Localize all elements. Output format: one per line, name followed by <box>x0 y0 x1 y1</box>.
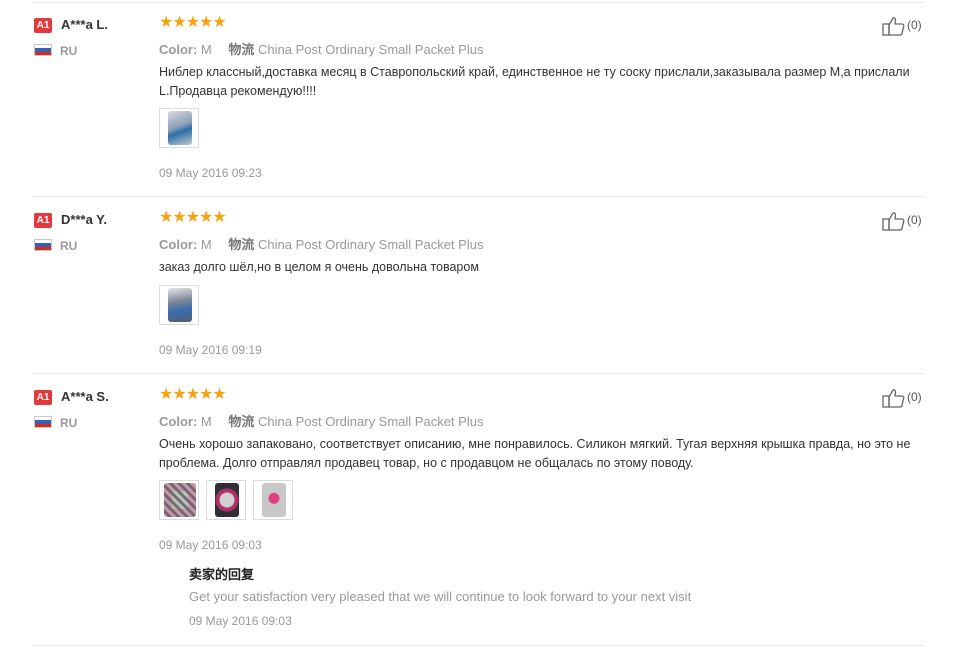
helpful-count: (0) <box>907 390 922 404</box>
helpful-button[interactable]: (0) <box>882 388 926 408</box>
review-photo-thumbnail[interactable] <box>206 480 246 520</box>
photo-image <box>168 111 192 145</box>
buyer-level-badge: A1 <box>34 213 52 228</box>
color-value: M <box>200 237 212 252</box>
star-rating: ★★★★★ <box>159 386 227 403</box>
russia-flag-icon <box>34 44 52 56</box>
thumbs-up-icon <box>882 389 905 408</box>
reviewer-name: D***a Y. <box>61 212 108 227</box>
reviewer-name: A***a L. <box>61 17 108 32</box>
logistics-label: 物流 <box>228 42 255 57</box>
star-rating: ★★★★★ <box>159 209 227 226</box>
reviewer-country: RU <box>60 239 78 253</box>
russia-flag-icon <box>34 416 52 428</box>
review-photo-thumbnail[interactable] <box>159 480 199 520</box>
photo-image <box>215 483 239 517</box>
order-info: Color: M 物流 China Post Ordinary Small Pa… <box>159 411 483 430</box>
color-value: M <box>200 42 212 57</box>
color-label: Color: <box>159 42 198 57</box>
review-text: заказ долго шёл,но в целом я очень довол… <box>159 260 479 274</box>
photo-image <box>168 288 192 322</box>
reviewer-country: RU <box>60 416 78 430</box>
color-label: Color: <box>159 237 198 252</box>
photo-image <box>262 483 286 517</box>
logistics-label: 物流 <box>228 237 255 252</box>
logistics-label: 物流 <box>228 414 255 429</box>
divider <box>33 2 924 3</box>
seller-reply-title: 卖家的回复 <box>189 567 255 582</box>
reviewer-country: RU <box>60 44 78 58</box>
buyer-level-badge: A1 <box>34 18 52 33</box>
review-date: 09 May 2016 09:19 <box>159 343 262 357</box>
star-rating: ★★★★★ <box>159 14 227 31</box>
divider <box>33 196 924 197</box>
divider <box>33 645 924 646</box>
helpful-button[interactable]: (0) <box>882 211 926 231</box>
logistics-value: China Post Ordinary Small Packet Plus <box>258 237 484 252</box>
buyer-level-badge: A1 <box>34 390 52 405</box>
helpful-button[interactable]: (0) <box>882 16 926 36</box>
reviewer-name: A***a S. <box>61 389 109 404</box>
color-value: M <box>200 414 212 429</box>
review-date: 09 May 2016 09:03 <box>159 538 262 552</box>
divider <box>33 373 924 374</box>
logistics-value: China Post Ordinary Small Packet Plus <box>258 42 484 57</box>
thumbs-up-icon <box>882 17 905 36</box>
review-photo-thumbnail[interactable] <box>159 108 199 148</box>
logistics-value: China Post Ordinary Small Packet Plus <box>258 414 484 429</box>
russia-flag-icon <box>34 239 52 251</box>
color-label: Color: <box>159 414 198 429</box>
review-text: Ниблер классный,доставка месяц в Ставроп… <box>159 65 910 98</box>
thumbs-up-icon <box>882 212 905 231</box>
photo-image <box>164 483 196 517</box>
order-info: Color: M 物流 China Post Ordinary Small Pa… <box>159 39 483 58</box>
helpful-count: (0) <box>907 18 922 32</box>
review-text: Очень хорошо запаковано, соответствует о… <box>159 437 911 470</box>
order-info: Color: M 物流 China Post Ordinary Small Pa… <box>159 234 483 253</box>
review-photo-thumbnail[interactable] <box>253 480 293 520</box>
helpful-count: (0) <box>907 213 922 227</box>
review-photo-thumbnail[interactable] <box>159 285 199 325</box>
seller-reply-text: Get your satisfaction very pleased that … <box>189 589 692 604</box>
review-date: 09 May 2016 09:23 <box>159 166 262 180</box>
seller-reply-date: 09 May 2016 09:03 <box>189 614 292 628</box>
